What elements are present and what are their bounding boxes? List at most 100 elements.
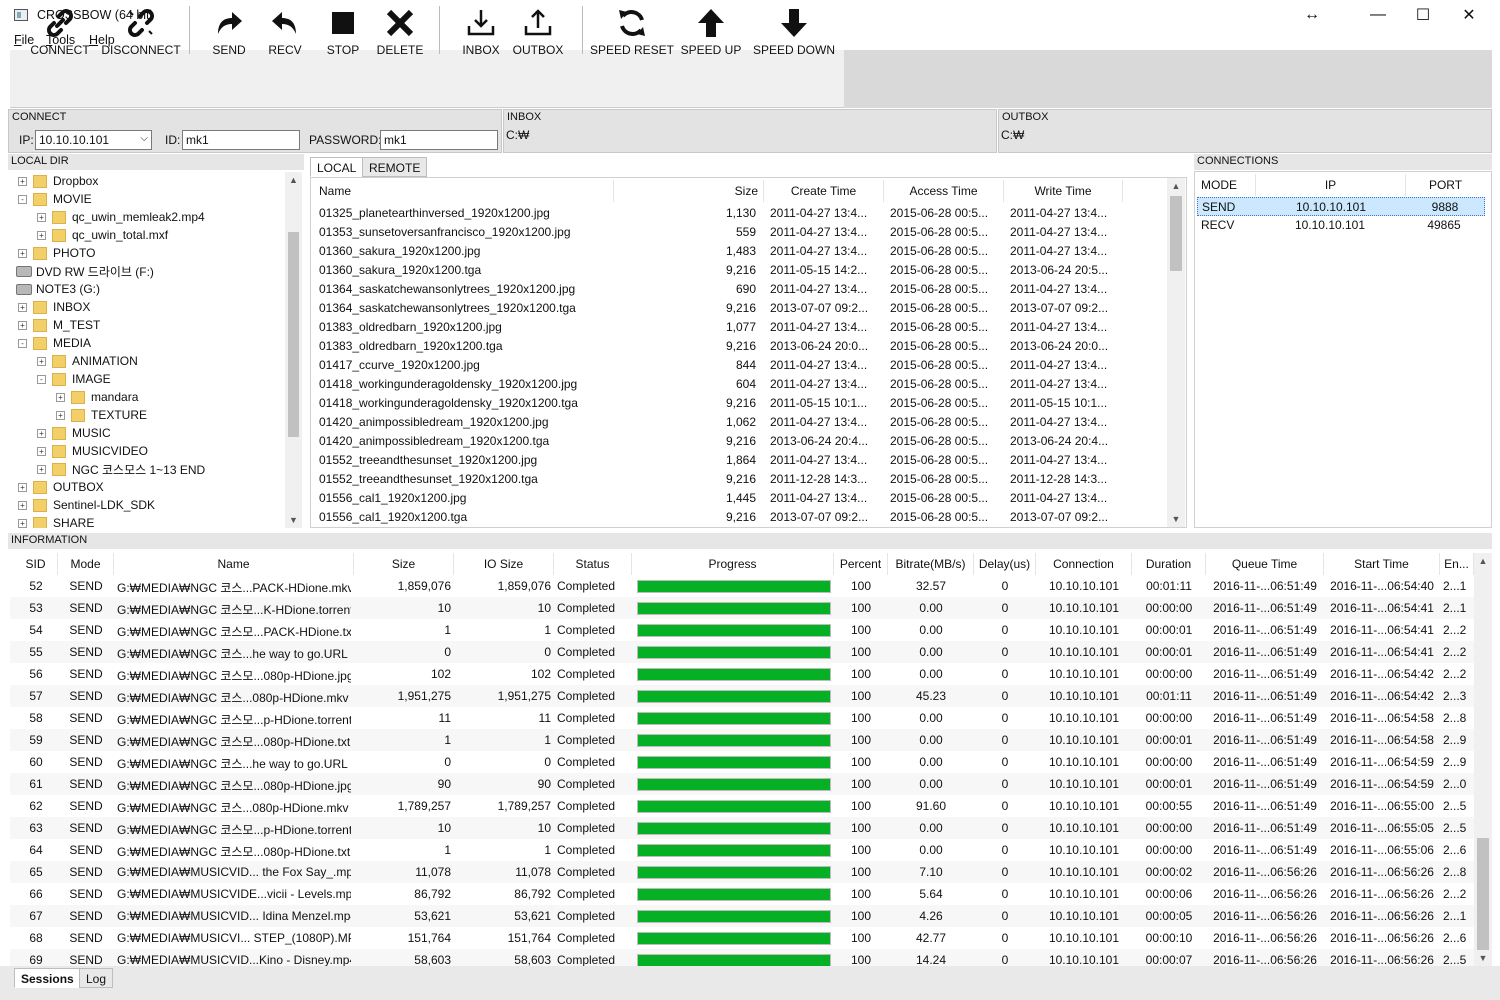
tree-item[interactable]: + M_TEST [18,316,100,334]
tree-item[interactable]: + NGC 코스모스 1~13 END [37,460,205,478]
session-row[interactable]: 63 SEND G:₩MEDIA₩NGC 코스모...p-HDione.torren… [10,817,1474,839]
info-col-header[interactable]: IO Size [454,553,554,575]
info-scroll-thumb[interactable] [1477,838,1489,950]
file-row[interactable]: 01420_animpossibledream_1920x1200.tga 9,2… [311,432,1166,451]
info-scrollbar[interactable]: ▲ ▼ [1474,553,1492,966]
tree-item[interactable]: - MEDIA [18,334,91,352]
collapse-icon[interactable]: - [37,374,46,384]
expand-icon[interactable]: + [18,302,27,312]
session-row[interactable]: 65 SEND G:₩MEDIA₩MUSICVID... the Fox Say_.… [10,861,1474,883]
tree-item[interactable]: + OUTBOX [18,478,104,496]
expand-icon[interactable]: + [37,212,46,222]
connect-button[interactable]: CONNECT [28,0,92,58]
tree-item[interactable]: DVD RW 드라이브 (F:) [16,262,154,280]
connection-row[interactable]: RECV 10.10.10.101 49865 [1197,216,1485,235]
expand-icon[interactable]: + [18,518,27,528]
tab-local[interactable]: LOCAL [310,157,364,177]
file-row[interactable]: 01556_cal1_1920x1200.jpg 1,445 2011-04-27 … [311,489,1166,508]
info-col-header[interactable]: Mode [58,553,114,575]
file-row[interactable]: 01383_oldredbarn_1920x1200.jpg 1,077 2011-… [311,318,1166,337]
expand-icon[interactable]: + [37,464,46,474]
file-row[interactable]: 01420_animpossibledream_1920x1200.jpg 1,0… [311,413,1166,432]
resize-icon[interactable]: ↔ [1289,0,1335,30]
tree-scroll-thumb[interactable] [288,232,299,437]
scroll-up-icon[interactable]: ▲ [1474,556,1492,566]
file-row[interactable]: 01364_saskatchewansonlytrees_1920x1200.t… [311,299,1166,318]
session-row[interactable]: 52 SEND G:₩MEDIA₩NGC 코스...PACK-HDione.mkv 1… [10,575,1474,597]
info-col-header[interactable]: SID [14,553,58,575]
expand-icon[interactable]: + [37,428,46,438]
file-row[interactable]: 01325_planetearthinversed_1920x1200.jpg 1… [311,204,1166,223]
speed-up-button[interactable]: SPEED UP [681,0,741,58]
info-col-header[interactable]: Delay(us) [974,553,1036,575]
col-access-time[interactable]: Access Time [883,180,1003,202]
session-row[interactable]: 67 SEND G:₩MEDIA₩MUSICVID... Idina Menzel.… [10,905,1474,927]
session-row[interactable]: 59 SEND G:₩MEDIA₩NGC 코스모...080p-HDione.txt… [10,729,1474,751]
outbox-button[interactable]: OUTBOX [513,0,563,58]
tree-item[interactable]: - IMAGE [37,370,111,388]
file-row[interactable]: 01556_cal1_1920x1200.tga 9,216 2013-07-07 … [311,508,1166,527]
tree-item[interactable]: - MOVIE [18,190,92,208]
stop-button[interactable]: STOP [320,0,366,58]
col-write-time[interactable]: Write Time [1003,180,1123,202]
collapse-icon[interactable]: - [18,194,27,204]
col-name[interactable]: Name [319,180,609,202]
session-row[interactable]: 61 SEND G:₩MEDIA₩NGC 코스모...080p-HDione.jpg… [10,773,1474,795]
file-row[interactable]: 01552_treeandthesunset_1920x1200.tga 9,21… [311,470,1166,489]
expand-icon[interactable]: + [56,392,65,402]
expand-icon[interactable]: + [37,446,46,456]
recv-button[interactable]: RECV [262,0,308,58]
expand-icon[interactable]: + [18,248,27,258]
session-row[interactable]: 68 SEND G:₩MEDIA₩MUSICVI... STEP_(1080P).M… [10,927,1474,949]
tree-item[interactable]: + MUSIC [37,424,111,442]
session-row[interactable]: 56 SEND G:₩MEDIA₩NGC 코스모...080p-HDione.jpg… [10,663,1474,685]
file-row[interactable]: 01360_sakura_1920x1200.tga 9,216 2011-05-1… [311,261,1166,280]
file-list-scrollbar[interactable]: ▲ ▼ [1167,178,1185,527]
info-col-header[interactable]: Status [554,553,632,575]
session-row[interactable]: 57 SEND G:₩MEDIA₩NGC 코스...080p-HDione.mkv 1… [10,685,1474,707]
info-col-header[interactable]: Duration [1132,553,1206,575]
expand-icon[interactable]: + [37,356,46,366]
info-col-header[interactable]: Queue Time [1206,553,1324,575]
inbox-button[interactable]: INBOX [458,0,504,58]
connection-row[interactable]: SEND 10.10.10.101 9888 [1197,197,1485,216]
tree-item[interactable]: + qc_uwin_total.mxf [37,226,168,244]
info-col-header[interactable]: Progress [632,553,834,575]
conn-col-mode[interactable]: MODE [1201,174,1256,196]
collapse-icon[interactable]: - [18,338,27,348]
tab-sessions[interactable]: Sessions [14,968,81,988]
info-col-header[interactable]: Name [114,553,354,575]
expand-icon[interactable]: + [18,320,27,330]
outbox-path[interactable]: C:₩ [1001,128,1024,142]
expand-icon[interactable]: + [56,410,65,420]
file-row[interactable]: 01552_treeandthesunset_1920x1200.jpg 1,86… [311,451,1166,470]
scroll-up-icon[interactable]: ▲ [1167,181,1185,191]
file-row[interactable]: 01360_sakura_1920x1200.jpg 1,483 2011-04-2… [311,242,1166,261]
session-row[interactable]: 55 SEND G:₩MEDIA₩NGC 코스...he way to go.URL… [10,641,1474,663]
ip-select[interactable]: 10.10.10.101 ⌵ [35,130,152,150]
disconnect-button[interactable]: DISCONNECT [101,0,181,58]
info-col-header[interactable]: Size [354,553,454,575]
file-row[interactable]: 01417_ccurve_1920x1200.jpg 844 2011-04-27 … [311,356,1166,375]
file-row[interactable]: 01364_saskatchewansonlytrees_1920x1200.j… [311,280,1166,299]
inbox-path[interactable]: C:₩ [506,128,529,142]
maximize-button[interactable]: ☐ [1400,0,1446,30]
info-col-header[interactable]: En... [1440,553,1474,575]
file-row[interactable]: 01353_sunsetoversanfrancisco_1920x1200.j… [311,223,1166,242]
id-input[interactable]: mk1 [182,130,300,150]
session-row[interactable]: 53 SEND G:₩MEDIA₩NGC 코스모...K-HDione.torren… [10,597,1474,619]
delete-button[interactable]: DELETE [376,0,424,58]
tree-scrollbar[interactable]: ▲ ▼ [285,172,302,528]
tree-item[interactable]: + TEXTURE [56,406,147,424]
conn-col-port[interactable]: PORT [1405,174,1485,196]
scroll-down-icon[interactable]: ▼ [1167,514,1185,524]
session-row[interactable]: 66 SEND G:₩MEDIA₩MUSICVIDE...vicii - Level… [10,883,1474,905]
tree-item[interactable]: + Sentinel-LDK_SDK [18,496,155,514]
tree-item[interactable]: + Dropbox [18,172,98,190]
tree-item[interactable]: + qc_uwin_memleak2.mp4 [37,208,205,226]
session-row[interactable]: 64 SEND G:₩MEDIA₩NGC 코스모...080p-HDione.txt… [10,839,1474,861]
tab-remote[interactable]: REMOTE [362,157,428,177]
info-col-header[interactable]: Connection [1036,553,1132,575]
info-col-header[interactable]: Bitrate(MB/s) [888,553,974,575]
file-row[interactable]: 01383_oldredbarn_1920x1200.tga 9,216 2013-… [311,337,1166,356]
